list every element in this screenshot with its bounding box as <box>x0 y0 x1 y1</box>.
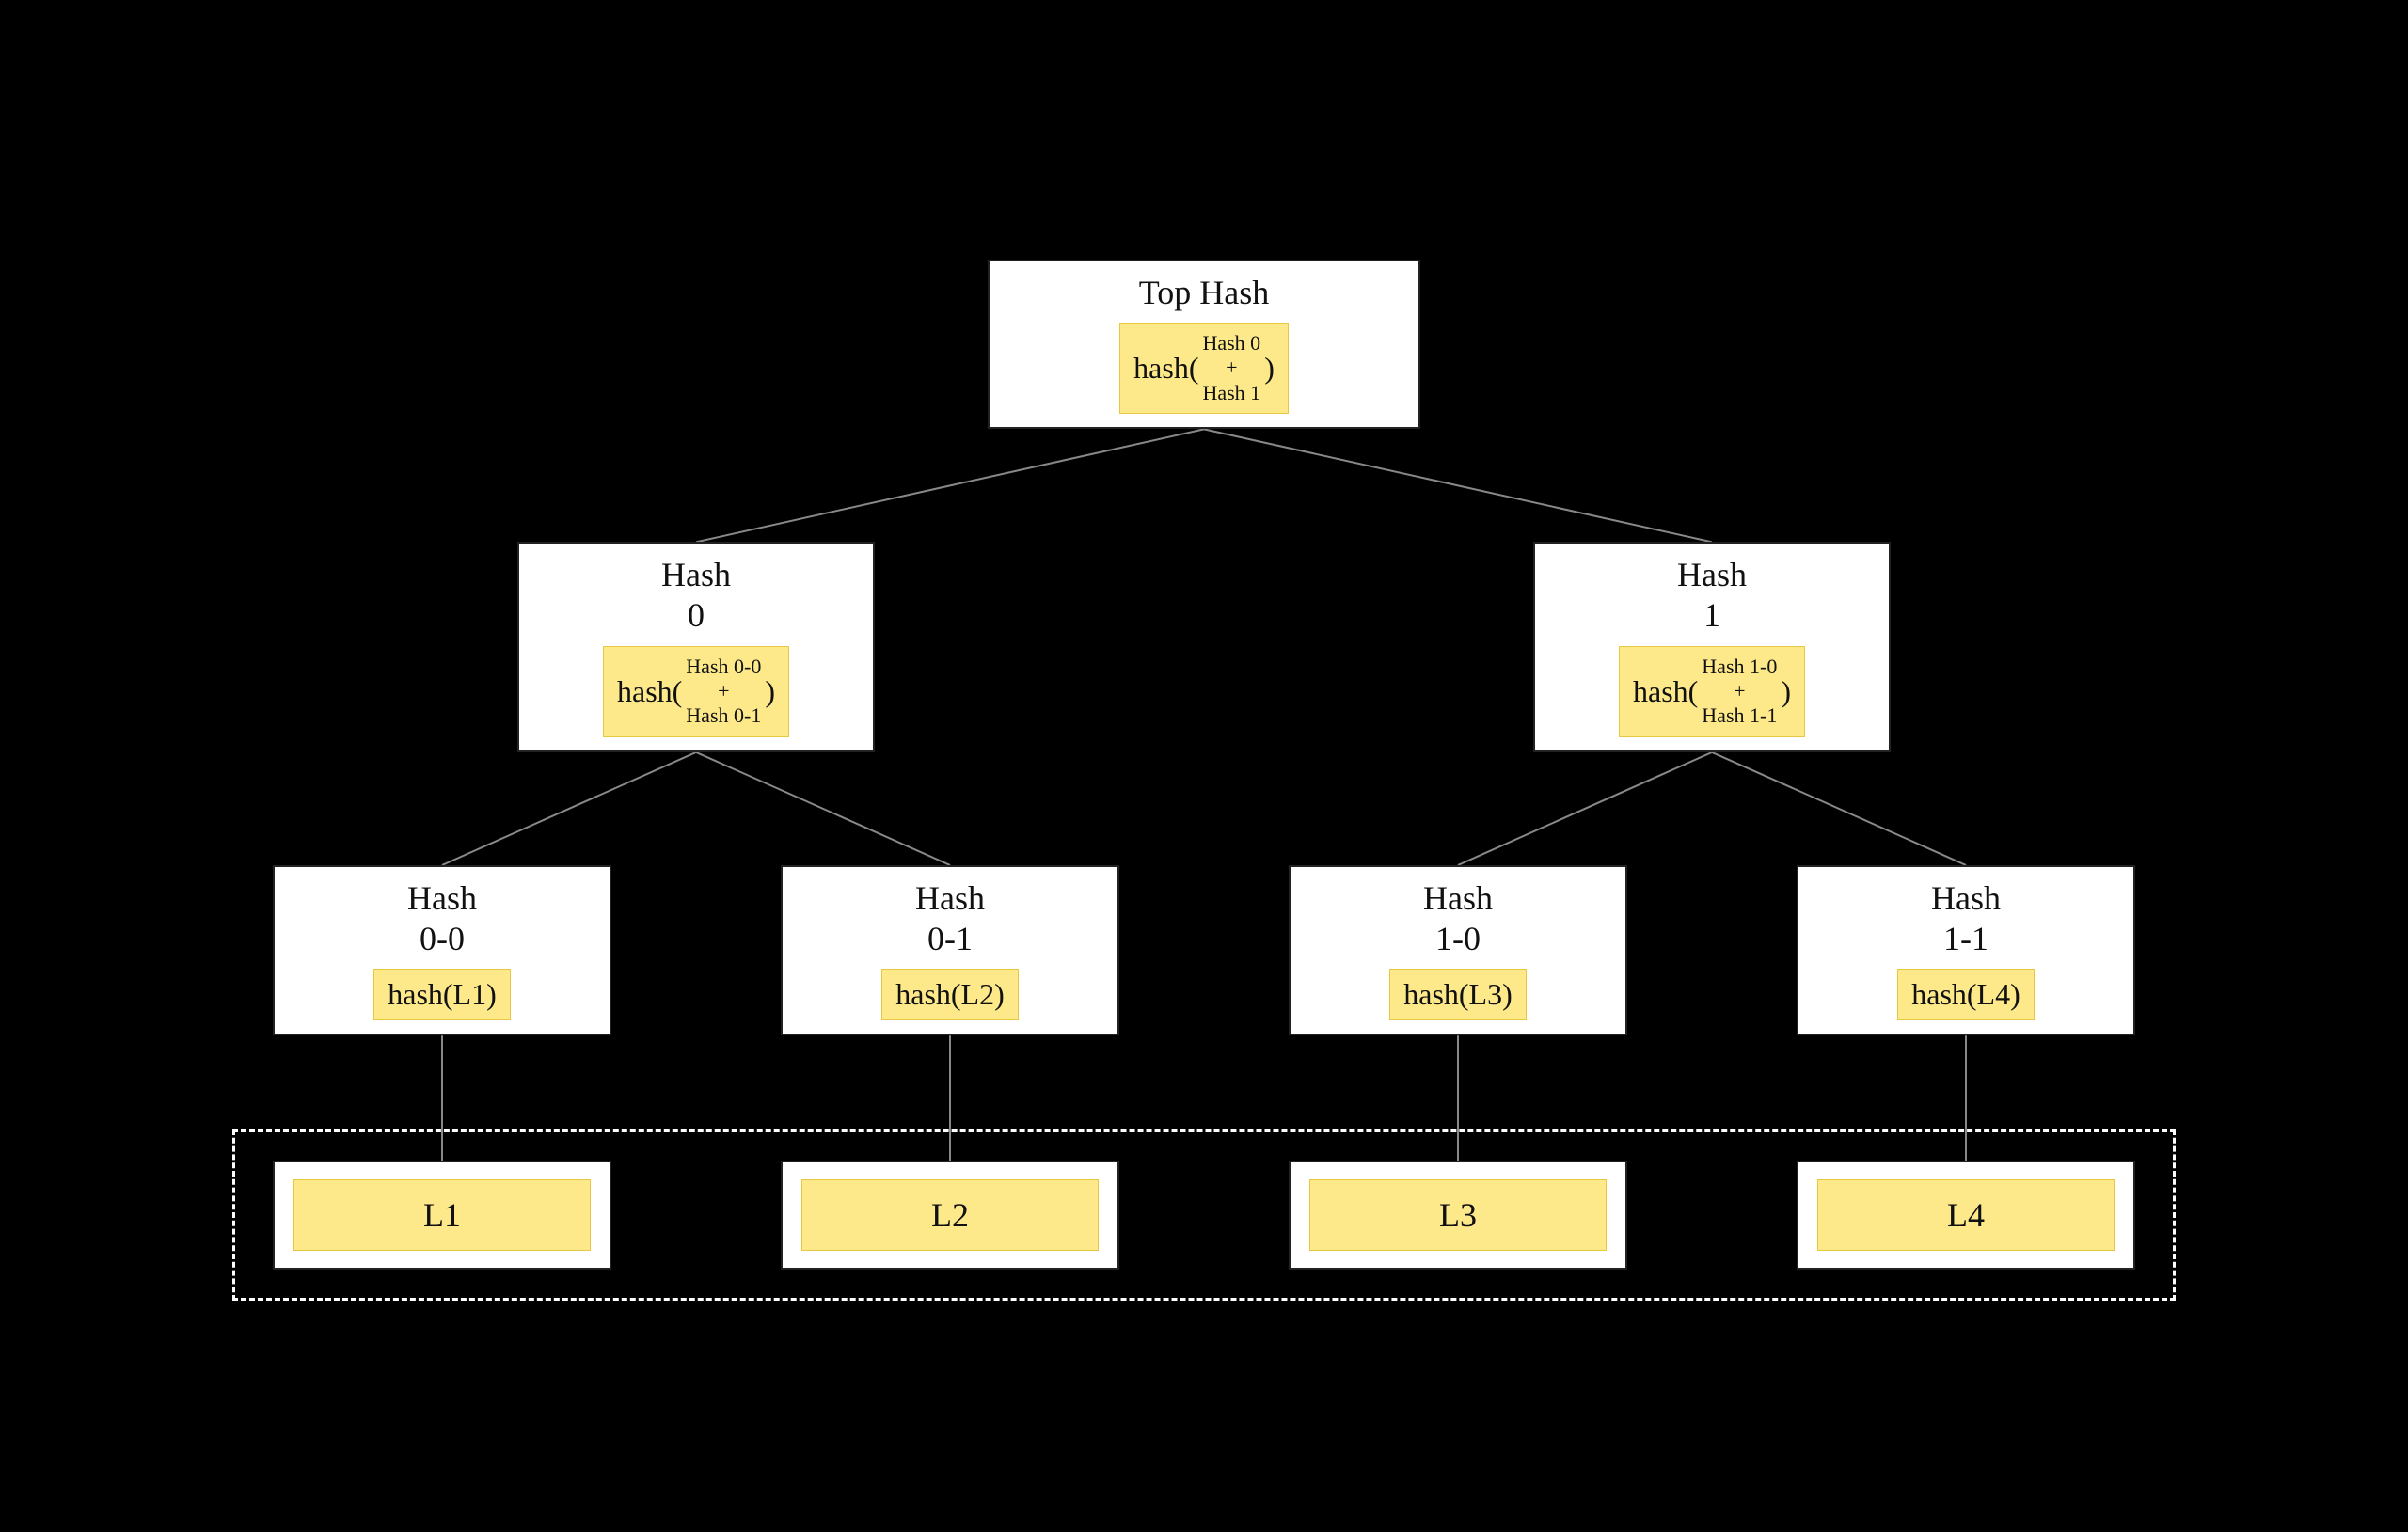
leaf-l1: L1 <box>273 1161 611 1270</box>
level-1: Hash0 hash( Hash 0-0 + Hash 0-1 ) Hash1 … <box>517 542 1891 752</box>
top-hash-title: Top Hash <box>1139 273 1269 313</box>
hash-10-title: Hash1-0 <box>1423 878 1493 959</box>
hash-10-node: Hash1-0 hash(L3) <box>1289 865 1627 1035</box>
level-2: Hash0-0 hash(L1) Hash0-1 hash(L2) Hash1-… <box>273 865 2135 1035</box>
hash-01-formula: hash(L2) <box>881 969 1019 1020</box>
hash-01-title: Hash0-1 <box>915 878 985 959</box>
level-top: Top Hash hash( Hash 0 + Hash 1 ) <box>988 260 1420 429</box>
hash-00-node: Hash0-0 hash(L1) <box>273 865 611 1035</box>
top-hash-node: Top Hash hash( Hash 0 + Hash 1 ) <box>988 260 1420 429</box>
hash-11-formula: hash(L4) <box>1897 969 2035 1020</box>
formula-prefix: hash( <box>1133 351 1198 386</box>
leaf-l4: L4 <box>1797 1161 2135 1270</box>
merkle-tree: Top Hash hash( Hash 0 + Hash 1 ) Hash0 h… <box>75 231 2333 1301</box>
hash-1-title: Hash1 <box>1677 555 1747 636</box>
hash-00-formula: hash(L1) <box>373 969 511 1020</box>
formula-line1: Hash 0 <box>1202 331 1260 355</box>
leaf-l4-label: L4 <box>1817 1179 2115 1251</box>
hash-0-title: Hash0 <box>661 555 731 636</box>
leaf-l1-label: L1 <box>293 1179 591 1251</box>
leaf-l3-label: L3 <box>1309 1179 1607 1251</box>
hash-0-node: Hash0 hash( Hash 0-0 + Hash 0-1 ) <box>517 542 875 752</box>
leaf-l2: L2 <box>781 1161 1119 1270</box>
hash-0-formula: hash( Hash 0-0 + Hash 0-1 ) <box>603 646 789 737</box>
formula-suffix: ) <box>1264 351 1275 386</box>
hash-00-title: Hash0-0 <box>407 878 477 959</box>
formula-line2: Hash 1 <box>1202 381 1260 405</box>
hash-1-formula: hash( Hash 1-0 + Hash 1-1 ) <box>1619 646 1805 737</box>
top-hash-formula: hash( Hash 0 + Hash 1 ) <box>1119 323 1289 414</box>
hash-11-title: Hash1-1 <box>1931 878 2001 959</box>
hash-10-formula: hash(L3) <box>1389 969 1527 1020</box>
leaf-l3: L3 <box>1289 1161 1627 1270</box>
hash-01-node: Hash0-1 hash(L2) <box>781 865 1119 1035</box>
hash-1-node: Hash1 hash( Hash 1-0 + Hash 1-1 ) <box>1533 542 1891 752</box>
formula-plus: + <box>1226 355 1237 380</box>
hash-11-node: Hash1-1 hash(L4) <box>1797 865 2135 1035</box>
leaf-l2-label: L2 <box>801 1179 1099 1251</box>
leaf-container: L1 L2 L3 L4 <box>232 1129 2176 1301</box>
